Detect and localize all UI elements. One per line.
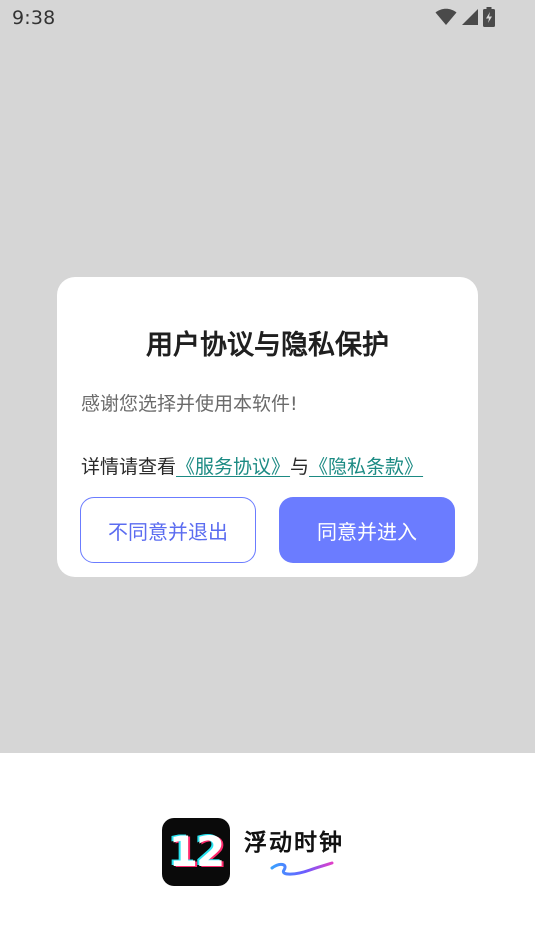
links-joiner: 与	[290, 456, 310, 478]
app-logo-icon: 12	[162, 818, 230, 886]
dialog-links-line: 详情请查看《服务协议》与《隐私条款》	[81, 454, 423, 480]
app-name: 浮动时钟	[244, 830, 344, 856]
dialog-title: 用户协议与隐私保护	[146, 330, 389, 361]
battery-charging-icon	[483, 7, 495, 27]
cell-signal-icon	[461, 8, 479, 26]
app-logo-text: 12	[168, 827, 225, 876]
status-bar: 9:38	[0, 0, 535, 36]
status-icons	[435, 7, 495, 27]
links-prefix: 详情请查看	[81, 456, 177, 478]
wifi-icon	[435, 8, 457, 26]
reject-exit-button[interactable]: 不同意并退出	[80, 497, 256, 563]
app-brand: 12 浮动时钟	[162, 818, 372, 886]
accept-enter-button[interactable]: 同意并进入	[279, 497, 455, 563]
privacy-policy-link[interactable]: 《隐私条款》	[309, 456, 423, 478]
status-time: 9:38	[12, 7, 56, 29]
swoosh-icon	[270, 861, 334, 876]
service-agreement-link[interactable]: 《服务协议》	[176, 456, 290, 478]
privacy-dialog: 用户协议与隐私保护 感谢您选择并使用本软件! 详情请查看《服务协议》与《隐私条款…	[57, 277, 478, 577]
dialog-body: 感谢您选择并使用本软件!	[81, 393, 298, 415]
